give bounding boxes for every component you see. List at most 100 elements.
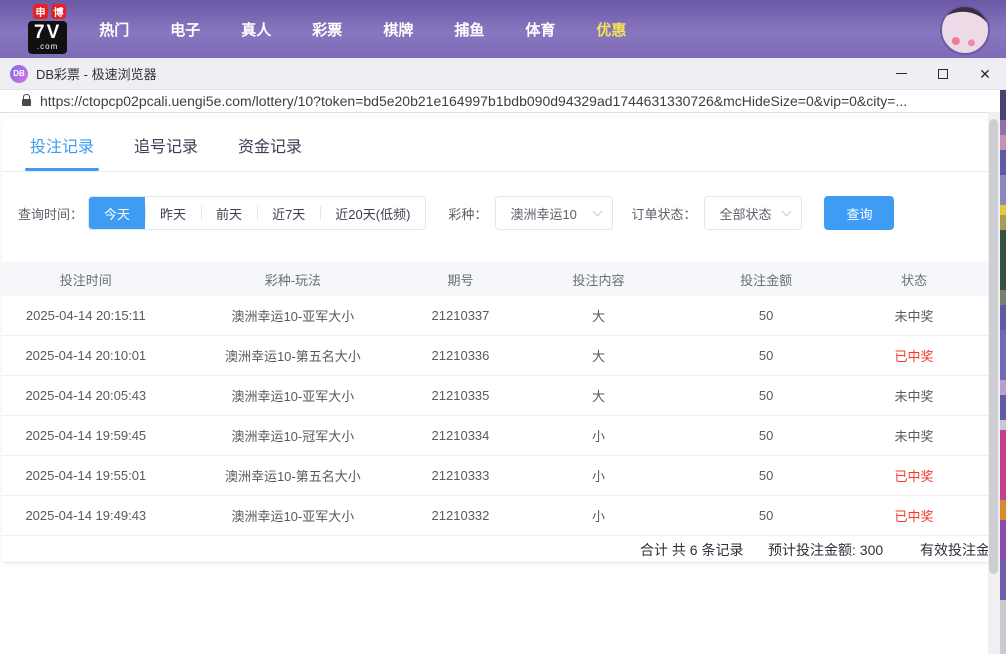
- time-filter-last-7-days[interactable]: 近7天: [257, 197, 320, 229]
- chevron-down-icon: [593, 207, 603, 217]
- lottery-select-value: 澳洲幸运10: [510, 204, 576, 223]
- scrollbar-thumb[interactable]: [989, 119, 998, 574]
- cell-bet-amount: 50: [692, 428, 840, 443]
- cell-bet-content: 大: [505, 346, 692, 365]
- cell-status: 未中奖: [840, 426, 988, 445]
- bet-records-table: 投注时间 彩种-玩法 期号 投注内容 投注金额 状态 2025-04-14 20…: [2, 262, 988, 536]
- maximize-button[interactable]: [922, 58, 964, 89]
- chevron-down-icon: [782, 207, 792, 217]
- col-header-period: 期号: [416, 270, 505, 289]
- site-nav-items: 热门 电子 真人 彩票 棋牌 捕鱼 体育 优惠: [99, 19, 667, 40]
- cell-bet-time: 2025-04-14 19:59:45: [2, 428, 170, 443]
- browser-tab-icon: DB: [10, 65, 28, 83]
- cell-status: 已中奖: [840, 346, 988, 365]
- nav-item-fishing[interactable]: 捕鱼: [454, 19, 484, 40]
- record-tabs: 投注记录 追号记录 资金记录: [2, 118, 988, 172]
- cell-period: 21210333: [416, 468, 505, 483]
- cell-bet-content: 小: [505, 426, 692, 445]
- logo-com-text: .com: [34, 43, 61, 51]
- time-filter-last-20-days[interactable]: 近20天(低频): [320, 197, 425, 229]
- user-avatar[interactable]: [940, 5, 990, 55]
- cell-play: 澳洲幸运10-亚军大小: [170, 506, 417, 525]
- table-row: 2025-04-14 19:49:43 澳洲幸运10-亚军大小 21210332…: [2, 496, 988, 536]
- tab-chase-records[interactable]: 追号记录: [134, 118, 198, 171]
- cell-period: 21210337: [416, 308, 505, 323]
- site-logo[interactable]: 申 博 7V .com: [28, 4, 67, 54]
- window-title: DB彩票 - 极速浏览器: [36, 64, 157, 83]
- table-row: 2025-04-14 19:59:45 澳洲幸运10-冠军大小 21210334…: [2, 416, 988, 456]
- page-edge-strip: [1000, 90, 1006, 654]
- browser-urlbar[interactable]: https://ctopcp02pcali.uengi5e.com/lotter…: [0, 90, 1006, 113]
- col-header-bet-content: 投注内容: [505, 270, 692, 289]
- cell-bet-amount: 50: [692, 348, 840, 363]
- minimize-icon: [896, 73, 907, 74]
- cell-bet-time: 2025-04-14 19:55:01: [2, 468, 170, 483]
- summary-valid-amount: 有效投注金额: [920, 540, 988, 560]
- summary-expected-amount: 预计投注金额: 300: [768, 540, 883, 560]
- time-filter-today[interactable]: 今天: [89, 197, 145, 229]
- screen: 申 博 7V .com 热门 电子 真人 彩票 棋牌 捕鱼 体育 优惠 DB D…: [0, 0, 1006, 654]
- nav-item-slots[interactable]: 电子: [170, 19, 200, 40]
- table-row: 2025-04-14 19:55:01 澳洲幸运10-第五名大小 2121033…: [2, 456, 988, 496]
- cell-bet-time: 2025-04-14 20:15:11: [2, 308, 170, 323]
- cell-period: 21210336: [416, 348, 505, 363]
- maximize-icon: [938, 69, 948, 79]
- lottery-select-label: 彩种：: [448, 204, 487, 223]
- nav-item-live[interactable]: 真人: [241, 19, 271, 40]
- window-controls: ✕: [880, 58, 1006, 89]
- nav-item-sports[interactable]: 体育: [525, 19, 555, 40]
- site-navbar: 申 博 7V .com 热门 电子 真人 彩票 棋牌 捕鱼 体育 优惠: [0, 0, 1006, 58]
- nav-item-chess[interactable]: 棋牌: [383, 19, 413, 40]
- cell-bet-content: 小: [505, 466, 692, 485]
- lock-icon[interactable]: [22, 99, 31, 106]
- filter-row: 查询时间： 今天 昨天 前天 近7天 近20天(低频) 彩种： 澳洲幸运10 订…: [18, 196, 988, 230]
- cell-bet-amount: 50: [692, 468, 840, 483]
- nav-item-promo[interactable]: 优惠: [596, 19, 626, 40]
- cell-bet-content: 大: [505, 386, 692, 405]
- cell-bet-content: 大: [505, 306, 692, 325]
- url-text[interactable]: https://ctopcp02pcali.uengi5e.com/lotter…: [40, 93, 907, 109]
- cell-play: 澳洲幸运10-第五名大小: [170, 346, 417, 365]
- tab-bet-records[interactable]: 投注记录: [30, 118, 94, 171]
- cell-play: 澳洲幸运10-亚军大小: [170, 386, 417, 405]
- cell-status: 已中奖: [840, 466, 988, 485]
- order-status-label: 订单状态：: [631, 204, 696, 223]
- minimize-button[interactable]: [880, 58, 922, 89]
- cell-bet-amount: 50: [692, 508, 840, 523]
- time-filter-yesterday[interactable]: 昨天: [145, 197, 201, 229]
- cell-bet-time: 2025-04-14 20:05:43: [2, 388, 170, 403]
- cell-period: 21210334: [416, 428, 505, 443]
- tab-fund-records[interactable]: 资金记录: [238, 118, 302, 171]
- time-filter-day-before[interactable]: 前天: [201, 197, 257, 229]
- cell-play: 澳洲幸运10-冠军大小: [170, 426, 417, 445]
- col-header-bet-amount: 投注金额: [692, 270, 840, 289]
- table-row: 2025-04-14 20:05:43 澳洲幸运10-亚军大小 21210335…: [2, 376, 988, 416]
- time-filter-group: 今天 昨天 前天 近7天 近20天(低频): [88, 196, 426, 230]
- nav-item-hot[interactable]: 热门: [99, 19, 129, 40]
- records-card: 投注记录 追号记录 资金记录 查询时间： 今天 昨天 前天 近7天 近20天(低…: [2, 118, 988, 563]
- cell-play: 澳洲幸运10-亚军大小: [170, 306, 417, 325]
- order-status-select[interactable]: 全部状态: [704, 196, 802, 230]
- table-header: 投注时间 彩种-玩法 期号 投注内容 投注金额 状态: [2, 262, 988, 296]
- scrollbar[interactable]: [988, 112, 1000, 654]
- logo-7v-text: 7V: [34, 23, 61, 42]
- cell-bet-amount: 50: [692, 388, 840, 403]
- cell-bet-content: 小: [505, 506, 692, 525]
- summary-total-records: 合计 共 6 条记录: [640, 540, 743, 560]
- search-button[interactable]: 查询: [824, 196, 894, 230]
- page-content: 投注记录 追号记录 资金记录 查询时间： 今天 昨天 前天 近7天 近20天(低…: [0, 113, 1006, 654]
- cell-play: 澳洲幸运10-第五名大小: [170, 466, 417, 485]
- col-header-play: 彩种-玩法: [170, 270, 417, 289]
- table-row: 2025-04-14 20:15:11 澳洲幸运10-亚军大小 21210337…: [2, 296, 988, 336]
- logo-badge-bo: 博: [51, 4, 66, 19]
- close-icon: ✕: [979, 67, 991, 81]
- lottery-select[interactable]: 澳洲幸运10: [495, 196, 613, 230]
- cell-bet-amount: 50: [692, 308, 840, 323]
- cell-period: 21210335: [416, 388, 505, 403]
- close-button[interactable]: ✕: [964, 58, 1006, 89]
- nav-item-lottery[interactable]: 彩票: [312, 19, 342, 40]
- browser-titlebar: DB DB彩票 - 极速浏览器 ✕: [0, 58, 1006, 90]
- col-header-bet-time: 投注时间: [2, 270, 170, 289]
- cell-status: 未中奖: [840, 386, 988, 405]
- cell-period: 21210332: [416, 508, 505, 523]
